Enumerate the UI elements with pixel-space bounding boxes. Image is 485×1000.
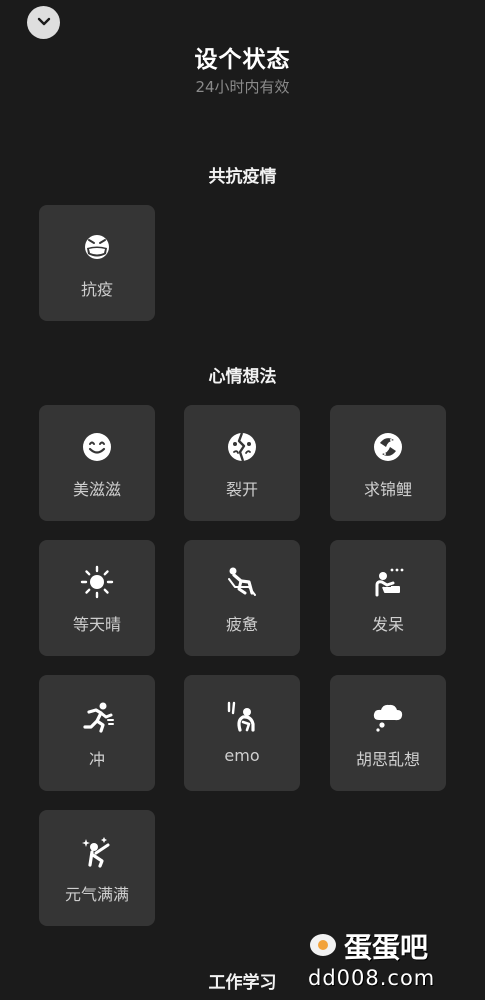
energetic-person-icon: [39, 834, 155, 870]
status-tile-emo[interactable]: emo: [184, 675, 300, 791]
tile-label: 抗疫: [80, 280, 113, 299]
tile-label: 疲惫: [225, 615, 258, 634]
tile-label: 求锦鲤: [363, 480, 412, 499]
tile-label: 元气满满: [64, 885, 129, 904]
tile-label: 胡思乱想: [355, 750, 420, 769]
koi-fish-icon: [330, 429, 446, 465]
status-tile-rush[interactable]: 冲: [39, 675, 155, 791]
status-tile-crack[interactable]: 裂开: [184, 405, 300, 521]
daydream-person-icon: [330, 564, 446, 600]
status-tile-wait-sunny[interactable]: 等天晴: [39, 540, 155, 656]
tile-label: emo: [224, 746, 260, 765]
tile-label: 冲: [88, 750, 105, 769]
page-subtitle: 24小时内有效: [195, 78, 290, 96]
status-tile-happy[interactable]: 美滋滋: [39, 405, 155, 521]
tile-label: 美滋滋: [72, 480, 121, 499]
cracked-face-icon: [184, 429, 300, 465]
section-title-mood: 心情想法: [208, 367, 277, 387]
tile-label: 等天晴: [72, 615, 121, 634]
mask-face-icon: [39, 229, 155, 265]
sun-icon: [39, 564, 155, 600]
tile-label: 裂开: [225, 480, 258, 499]
site-watermark: 蛋蛋吧 dd008.com: [308, 926, 478, 992]
chevron-down-icon: [36, 13, 52, 33]
watermark-url: dd008.com: [308, 966, 436, 990]
watermark-logo-text: 蛋蛋吧: [344, 931, 429, 964]
page-title: 设个状态: [194, 47, 291, 73]
smiley-face-icon: [39, 429, 155, 465]
status-tile-anti-epidemic[interactable]: 抗疫: [39, 205, 155, 321]
section-title-fight-epidemic: 共抗疫情: [208, 167, 277, 187]
running-person-icon: [39, 699, 155, 735]
crouching-person-icon: [184, 699, 300, 735]
status-tile-overthinking[interactable]: 胡思乱想: [330, 675, 446, 791]
tile-label: 发呆: [371, 615, 404, 634]
collapse-button[interactable]: [27, 6, 60, 39]
status-tile-daze[interactable]: 发呆: [330, 540, 446, 656]
slumped-person-icon: [184, 564, 300, 600]
status-tile-koi[interactable]: 求锦鲤: [330, 405, 446, 521]
egg-logo-icon: [308, 930, 338, 962]
status-tile-energetic[interactable]: 元气满满: [39, 810, 155, 926]
thought-cloud-icon: [330, 699, 446, 735]
status-tile-tired[interactable]: 疲惫: [184, 540, 300, 656]
